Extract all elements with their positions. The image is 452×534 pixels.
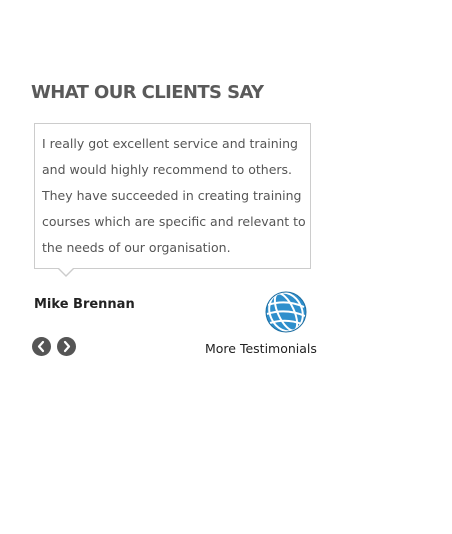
testimonial-quote-box: I really got excellent service and train… [34, 123, 311, 269]
more-testimonials-link[interactable]: More Testimonials [205, 341, 317, 356]
globe-icon [265, 291, 307, 333]
quote-pointer [57, 267, 75, 277]
chevron-right-icon [63, 340, 71, 353]
testimonial-quote: I really got excellent service and train… [42, 136, 306, 255]
prev-testimonial-button[interactable] [32, 337, 51, 356]
testimonial-author: Mike Brennan [34, 297, 135, 312]
next-testimonial-button[interactable] [57, 337, 76, 356]
chevron-left-icon [37, 340, 45, 353]
section-title: WHAT OUR CLIENTS SAY [31, 82, 264, 103]
